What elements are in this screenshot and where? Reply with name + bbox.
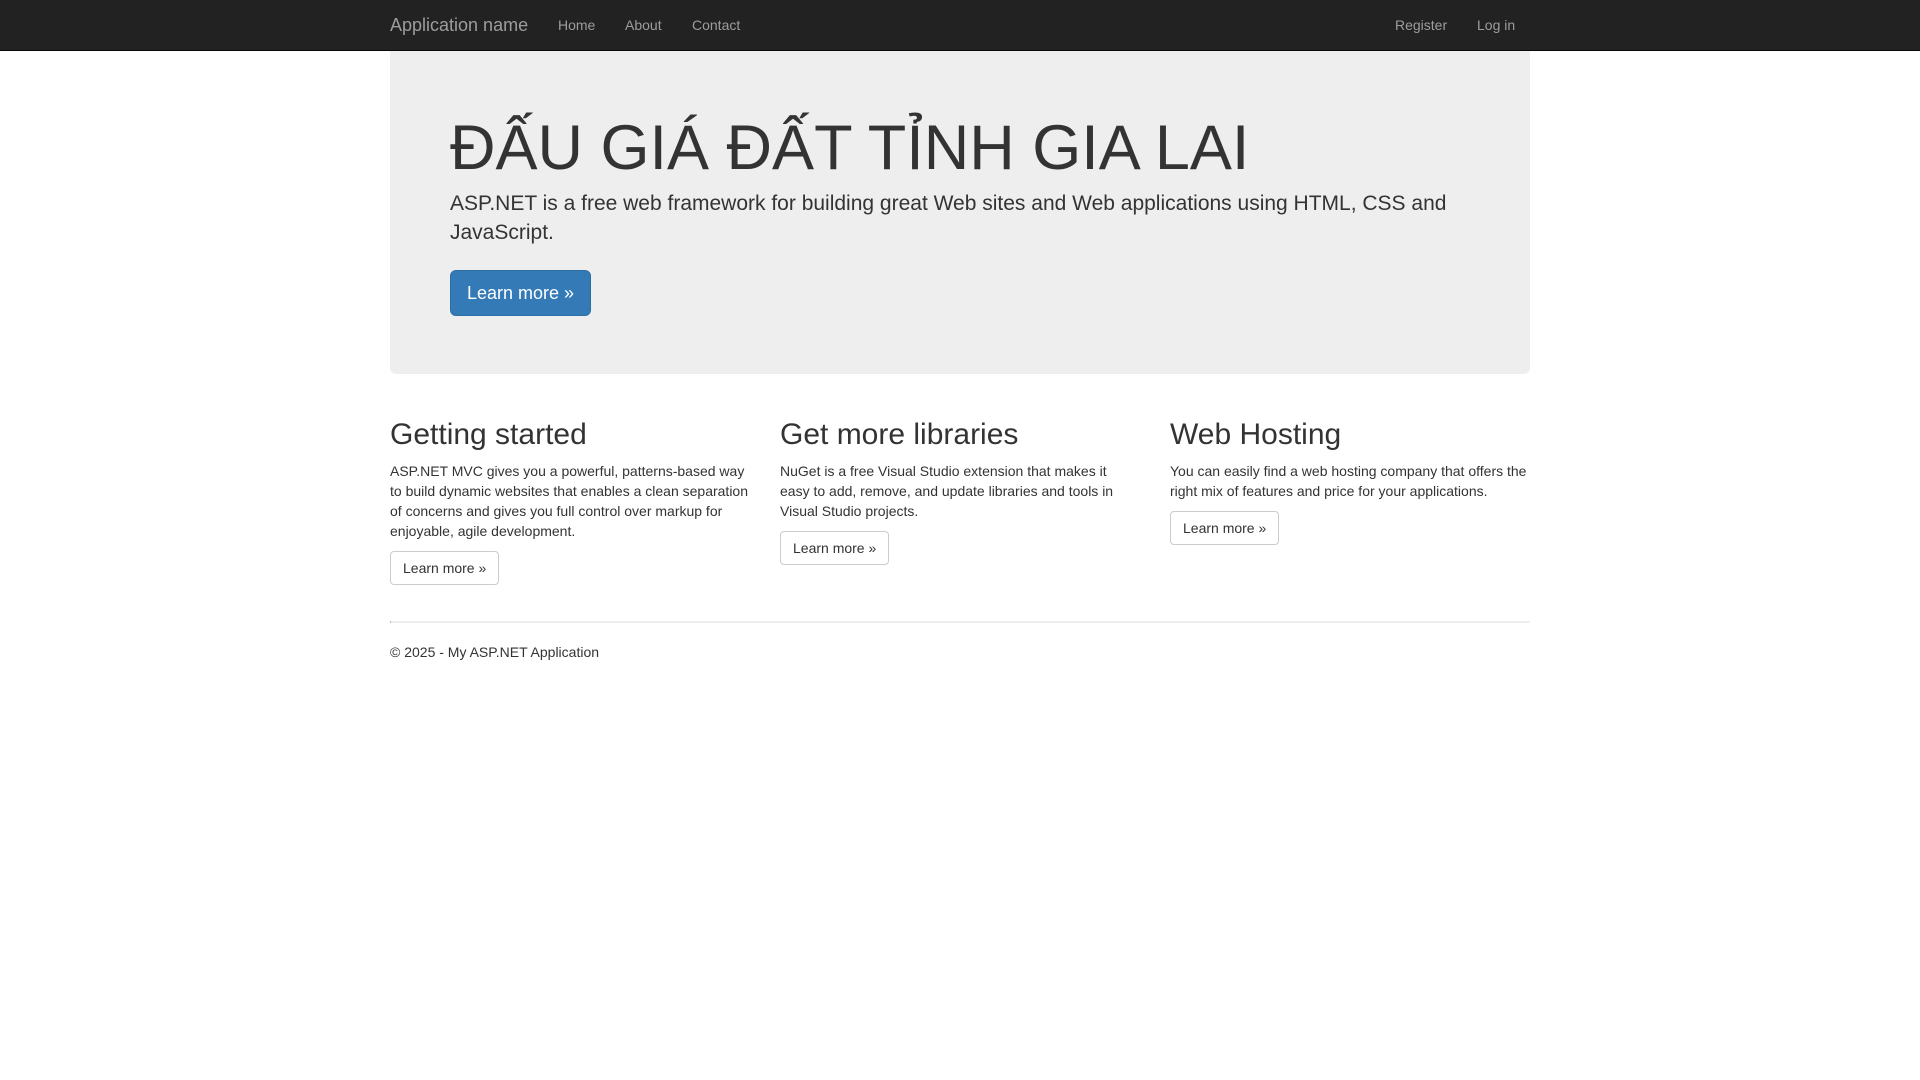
lead-text: ASP.NET is a free web framework for buil… <box>450 192 1447 245</box>
footer: © 2025 - My ASP.NET Application <box>390 642 599 662</box>
footer-divider <box>390 621 1530 623</box>
nav-home-link[interactable]: Home <box>558 0 595 50</box>
page-title: ĐẤU GIÁ ĐẤT TỈNH GIA LAI <box>450 113 1250 183</box>
jumbotron: ĐẤU GIÁ ĐẤT TỈNH GIA LAI ASP.NET is a fr… <box>390 51 1530 374</box>
getting-started-column: Getting started ASP.NET MVC gives you a … <box>390 418 750 585</box>
brand-link[interactable]: Application name <box>390 0 528 50</box>
web-hosting-learn-more-button[interactable]: Learn more » <box>1170 511 1280 545</box>
web-hosting-column: Web Hosting You can easily find a web ho… <box>1170 418 1530 545</box>
getting-started-learn-more-button[interactable]: Learn more » <box>390 551 500 585</box>
column-text: NuGet is a free Visual Studio extension … <box>780 463 1114 519</box>
get-more-libraries-column: Get more libraries NuGet is a free Visua… <box>780 418 1140 565</box>
nav-contact-link[interactable]: Contact <box>692 0 740 50</box>
copyright-text: © 2025 - My ASP.NET Application <box>390 644 600 660</box>
column-heading: Getting started <box>390 418 587 451</box>
column-heading: Web Hosting <box>1170 418 1342 451</box>
libraries-learn-more-button[interactable]: Learn more » <box>780 531 890 565</box>
learn-more-primary-button[interactable]: Learn more » <box>450 270 591 316</box>
column-heading: Get more libraries <box>780 418 1019 451</box>
nav-register-link[interactable]: Register <box>1395 0 1447 50</box>
nav-about-link[interactable]: About <box>625 0 662 50</box>
top-navbar: Application name Home About Contact Regi… <box>0 0 1920 51</box>
nav-login-link[interactable]: Log in <box>1477 0 1515 50</box>
column-text: You can easily find a web hosting compan… <box>1170 463 1527 499</box>
column-text: ASP.NET MVC gives you a powerful, patter… <box>390 463 748 539</box>
